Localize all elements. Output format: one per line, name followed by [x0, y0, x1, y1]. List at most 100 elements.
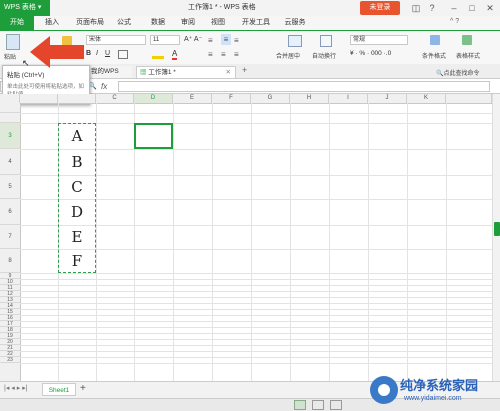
- wrap-text-label[interactable]: 自动换行: [312, 51, 336, 60]
- table-style-icon[interactable]: [462, 35, 472, 45]
- maximize-icon[interactable]: □: [466, 0, 478, 16]
- underline-icon[interactable]: U: [105, 50, 110, 57]
- font-size-select[interactable]: 11: [150, 35, 180, 45]
- column-header[interactable]: J: [368, 94, 407, 103]
- paste-button-label[interactable]: 粘贴: [4, 52, 16, 61]
- column-header[interactable]: F: [212, 94, 251, 103]
- grid-line: [20, 309, 492, 310]
- column-header[interactable]: E: [173, 94, 212, 103]
- skin-icon[interactable]: ◫: [410, 0, 422, 16]
- normal-view-icon[interactable]: [294, 400, 306, 410]
- font-grow-icon[interactable]: A⁺ A⁻: [184, 35, 202, 43]
- row-header[interactable]: 23: [0, 357, 20, 363]
- row-header[interactable]: 4: [0, 149, 20, 175]
- login-button[interactable]: 未登录: [360, 1, 400, 15]
- italic-icon[interactable]: I: [96, 50, 98, 57]
- fill-color-icon[interactable]: [152, 50, 164, 59]
- select-all-corner[interactable]: [0, 94, 20, 103]
- selected-cell[interactable]: [134, 123, 173, 149]
- new-tab-icon[interactable]: +: [242, 65, 247, 75]
- grid-line: [20, 351, 492, 352]
- number-format-select[interactable]: 常规: [350, 35, 408, 45]
- align-middle-icon[interactable]: ≡: [221, 34, 231, 45]
- grid-line: [20, 315, 492, 316]
- tab-insert[interactable]: 插入: [38, 16, 66, 30]
- grid-line: [20, 273, 492, 274]
- border-icon[interactable]: [118, 50, 128, 59]
- window-title: 工作簿1 * - WPS 表格: [188, 4, 256, 11]
- align-top-icon[interactable]: ≡: [208, 36, 213, 45]
- row-header[interactable]: [0, 103, 20, 113]
- add-sheet-icon[interactable]: +: [80, 383, 86, 394]
- app-name: WPS 表格: [4, 4, 36, 11]
- app-menu-button[interactable]: WPS 表格 ▾: [0, 0, 50, 16]
- grid-line: [20, 291, 492, 292]
- page-view-icon[interactable]: [312, 400, 324, 410]
- align-center-icon[interactable]: ≡: [221, 50, 226, 59]
- sheet-nav-icons[interactable]: |◂ ◂ ▸ ▸|: [4, 384, 28, 392]
- tab-workbook-label: 工作簿1 *: [148, 69, 176, 76]
- column-header[interactable]: C: [96, 94, 134, 103]
- command-search[interactable]: 🔍点此查找命令: [436, 68, 480, 77]
- side-panel-toggle[interactable]: [494, 222, 500, 236]
- red-arrow-annotation: [30, 36, 84, 68]
- row-header[interactable]: 5: [0, 175, 20, 199]
- grid-line: [20, 279, 492, 280]
- font-name-select[interactable]: 宋体: [86, 35, 146, 45]
- column-header-active[interactable]: D: [134, 94, 173, 103]
- row-header[interactable]: 8: [0, 249, 20, 273]
- align-left-icon[interactable]: ≡: [208, 50, 213, 59]
- fx-icon[interactable]: fx: [101, 82, 107, 91]
- bold-icon[interactable]: B: [86, 50, 91, 57]
- tab-cloud[interactable]: 云服务: [278, 16, 312, 30]
- grid-line: [20, 327, 492, 328]
- tab-page-layout[interactable]: 页面布局: [70, 16, 110, 30]
- wrap-text-icon[interactable]: [320, 35, 332, 47]
- row-header[interactable]: 6: [0, 199, 20, 225]
- watermark-title: 纯净系统家园: [400, 379, 479, 394]
- tab-developer[interactable]: 开发工具: [236, 16, 276, 30]
- column-header[interactable]: H: [290, 94, 329, 103]
- row-header[interactable]: 7: [0, 225, 20, 249]
- close-icon[interactable]: ✕: [484, 0, 496, 16]
- align-right-icon[interactable]: ≡: [234, 50, 239, 59]
- grid-line: [20, 321, 492, 322]
- font-color-icon[interactable]: A: [172, 49, 178, 60]
- number-format-icons[interactable]: ¥ · % · 000 ·.0: [350, 50, 391, 57]
- page-break-view-icon[interactable]: [330, 400, 342, 410]
- minimize-icon[interactable]: –: [448, 0, 460, 16]
- conditional-format-label[interactable]: 条件格式: [422, 51, 446, 60]
- paste-icon[interactable]: [6, 34, 20, 50]
- column-header[interactable]: [20, 94, 58, 103]
- column-header[interactable]: K: [407, 94, 446, 103]
- grid-line: [20, 333, 492, 334]
- grid-line: [20, 297, 492, 298]
- help-icon[interactable]: ?: [426, 0, 438, 16]
- tab-view[interactable]: 视图: [206, 16, 230, 30]
- merge-center-label[interactable]: 合并居中: [276, 51, 300, 60]
- column-header[interactable]: [446, 94, 492, 103]
- vertical-scrollbar[interactable]: [492, 94, 500, 381]
- tab-workbook[interactable]: ▦ 工作簿1 * ✕: [136, 66, 236, 78]
- tab-data[interactable]: 数据: [146, 16, 170, 30]
- sheet-tab[interactable]: Sheet1: [42, 383, 76, 396]
- tab-review[interactable]: 审阅: [176, 16, 200, 30]
- column-header[interactable]: [58, 94, 96, 103]
- tab-start[interactable]: 开始: [0, 16, 34, 30]
- conditional-format-icon[interactable]: [430, 35, 440, 45]
- tab-formula[interactable]: 公式: [112, 16, 136, 30]
- close-tab-icon[interactable]: ✕: [226, 67, 231, 79]
- grid-line: [20, 285, 492, 286]
- ribbon-collapse-icon[interactable]: ^ ?: [450, 18, 459, 25]
- merge-center-icon[interactable]: [288, 35, 302, 47]
- watermark-url: www.yidaimei.com: [404, 395, 462, 402]
- row-header-active[interactable]: 3: [0, 123, 20, 149]
- row-header[interactable]: [0, 113, 20, 123]
- formula-input[interactable]: [118, 81, 490, 92]
- mouse-cursor-icon: ↖: [22, 58, 30, 68]
- table-style-label[interactable]: 表格样式: [456, 51, 480, 60]
- column-header[interactable]: G: [251, 94, 290, 103]
- column-header[interactable]: I: [329, 94, 368, 103]
- grid-line: [20, 363, 492, 364]
- align-bottom-icon[interactable]: ≡: [234, 36, 239, 45]
